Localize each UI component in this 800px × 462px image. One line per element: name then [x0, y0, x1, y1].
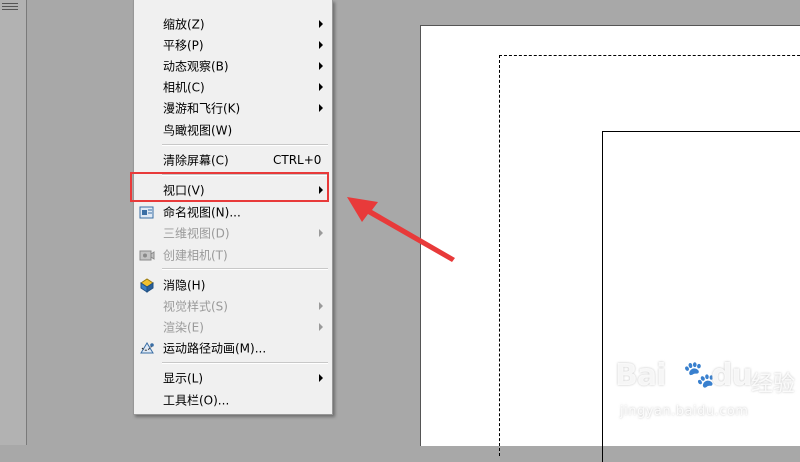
watermark-brand: Bai	[615, 358, 666, 393]
baidu-jingyan-watermark: Bai 🐾 du 经验 jingyan.baidu.com	[615, 358, 795, 438]
watermark-sub: 经验	[751, 372, 796, 397]
watermark-brand-tail: du	[711, 358, 753, 393]
watermark-url: jingyan.baidu.com	[620, 404, 749, 419]
